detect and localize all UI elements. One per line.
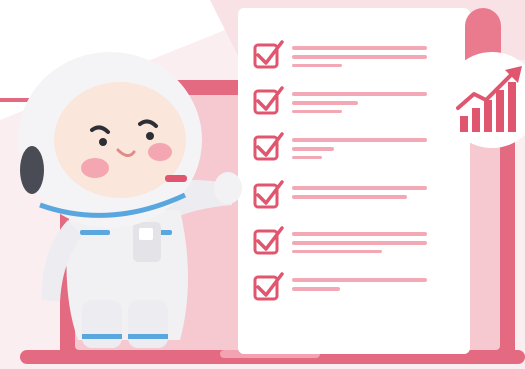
illustration <box>0 0 525 369</box>
checklist-paper <box>238 8 501 354</box>
